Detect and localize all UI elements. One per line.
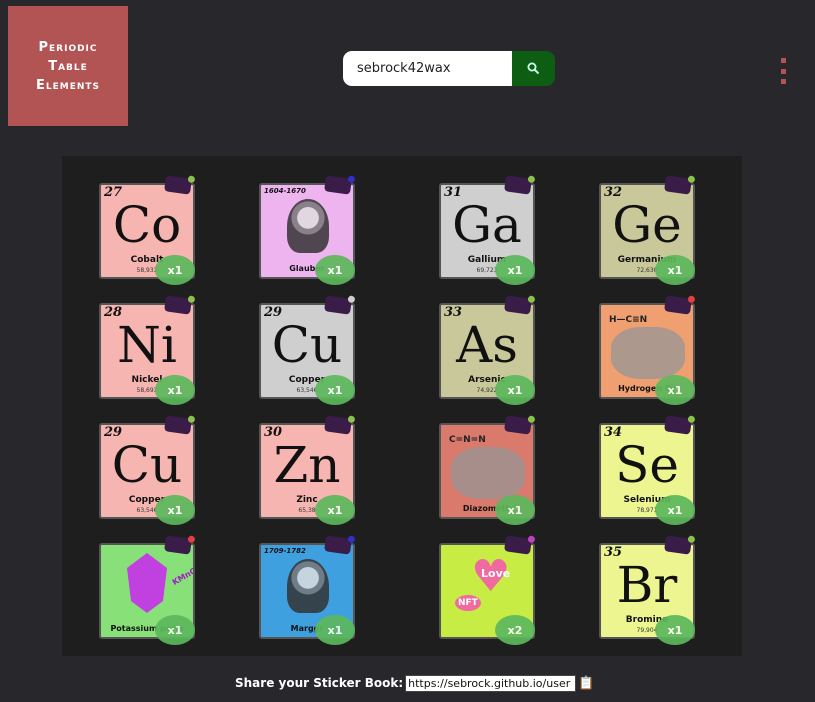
sticker-badge-icon [324, 175, 356, 195]
sticker-badge-icon [664, 295, 696, 315]
sticker-badge-icon [504, 415, 536, 435]
molecule-splash-icon [611, 327, 685, 379]
sticker-badge-icon [324, 535, 356, 555]
element-symbol: Ga [452, 196, 522, 254]
sticker-badge-icon [664, 415, 696, 435]
sticker-badge-icon [324, 295, 356, 315]
element-symbol: Br [616, 556, 678, 614]
sticker-badge-icon [504, 175, 536, 195]
sticker-count-badge: x1 [495, 495, 535, 525]
sticker-badge-icon [504, 535, 536, 555]
element-symbol: Co [112, 196, 182, 254]
kebab-menu-icon[interactable] [778, 58, 788, 84]
logo-line-2: Table [48, 58, 88, 74]
sticker-count-badge: x1 [495, 255, 535, 285]
sticker-badge-icon [164, 535, 196, 555]
logo-line-1: Periodic [38, 39, 98, 55]
clipboard-icon[interactable]: 📋 [578, 676, 594, 691]
sticker-count-badge: x1 [315, 495, 355, 525]
sticker-count-badge: x1 [315, 615, 355, 645]
nft-label: NFT [455, 595, 481, 611]
sticker-16[interactable]: 35 Br Bromine 79,904 x1 [597, 535, 697, 645]
sticker-10[interactable]: 30 Zn Zinc 65,38 x1 [257, 415, 357, 525]
sticker-badge-icon [164, 175, 196, 195]
sticker-15[interactable]: ♥ Love NFT x2 [437, 535, 537, 645]
sticker-2[interactable]: 1604-1670 Glauber x1 [257, 175, 357, 285]
molecule-formula: C=N=N [449, 435, 486, 445]
sticker-count-badge: x1 [315, 375, 355, 405]
sticker-11[interactable]: C=N=N Diazometh x1 [437, 415, 537, 525]
search-bar [343, 51, 555, 86]
logo-line-3: Elements [35, 77, 101, 93]
sticker-badge-icon [164, 415, 196, 435]
sticker-14[interactable]: 1709-1782 Marggr x1 [257, 535, 357, 645]
molecule-splash-icon [451, 447, 525, 499]
sticker-1[interactable]: 27 Co Cobalt 58,933 x1 [97, 175, 197, 285]
sticker-count-badge: x1 [315, 255, 355, 285]
element-symbol: Zn [273, 436, 341, 494]
sticker-badge-icon [664, 535, 696, 555]
element-symbol: Se [615, 436, 679, 494]
search-input[interactable] [343, 51, 512, 86]
search-icon [527, 62, 540, 75]
sticker-count-badge: x1 [655, 255, 695, 285]
sticker-5[interactable]: 28 Ni Nickel 58,693 x1 [97, 295, 197, 405]
app-logo[interactable]: Periodic Table Elements [8, 6, 128, 126]
sticker-12[interactable]: 34 Se Selenium 78,971 x1 [597, 415, 697, 525]
sticker-13[interactable]: KMnO₄ Potassium perm x1 [97, 535, 197, 645]
life-years: 1604-1670 [264, 187, 306, 195]
element-symbol: As [456, 316, 518, 374]
sticker-badge-icon [164, 295, 196, 315]
sticker-9[interactable]: 29 Cu Copper 63,546 x1 [97, 415, 197, 525]
sticker-count-badge: x1 [495, 375, 535, 405]
sticker-count-badge: x1 [655, 495, 695, 525]
sticker-7[interactable]: 33 As Arsenic 74,922 x1 [437, 295, 537, 405]
sticker-count-badge: x1 [155, 495, 195, 525]
element-symbol: Cu [111, 436, 183, 494]
sticker-badge-icon [664, 175, 696, 195]
sticker-count-badge: x1 [655, 615, 695, 645]
sticker-badge-icon [504, 295, 536, 315]
sticker-badge-icon [324, 415, 356, 435]
sticker-book: 27 Co Cobalt 58,933 x1 1604-1670 Glauber x1 31 Ga… [62, 156, 742, 656]
sticker-6[interactable]: 29 Cu Copper 63,546 x1 [257, 295, 357, 405]
portrait-icon [287, 199, 329, 253]
element-symbol: Cu [271, 316, 343, 374]
crystal-icon [127, 553, 167, 613]
sticker-count-badge: x1 [655, 375, 695, 405]
share-url-field[interactable] [405, 674, 577, 692]
sticker-3[interactable]: 31 Ga Gallium 69,723 x1 [437, 175, 537, 285]
sticker-count-badge: x1 [155, 375, 195, 405]
share-label: Share your Sticker Book: [235, 676, 404, 690]
molecule-formula: H—C≡N [609, 315, 648, 325]
element-symbol: Ni [117, 316, 177, 374]
search-button[interactable] [512, 51, 555, 86]
sticker-4[interactable]: 32 Ge Germanium 72,630 x1 [597, 175, 697, 285]
life-years: 1709-1782 [264, 547, 306, 555]
sticker-count-badge: x1 [155, 255, 195, 285]
element-symbol: Ge [612, 196, 682, 254]
crystal-formula: KMnO₄ [170, 564, 195, 587]
portrait-icon [287, 559, 329, 613]
heart-label: Love [481, 567, 511, 580]
sticker-8[interactable]: H—C≡N Hydrogen Cy x1 [597, 295, 697, 405]
sticker-count-badge: x1 [155, 615, 195, 645]
share-row: Share your Sticker Book: 📋 [235, 674, 594, 692]
sticker-count-badge: x2 [495, 615, 535, 645]
